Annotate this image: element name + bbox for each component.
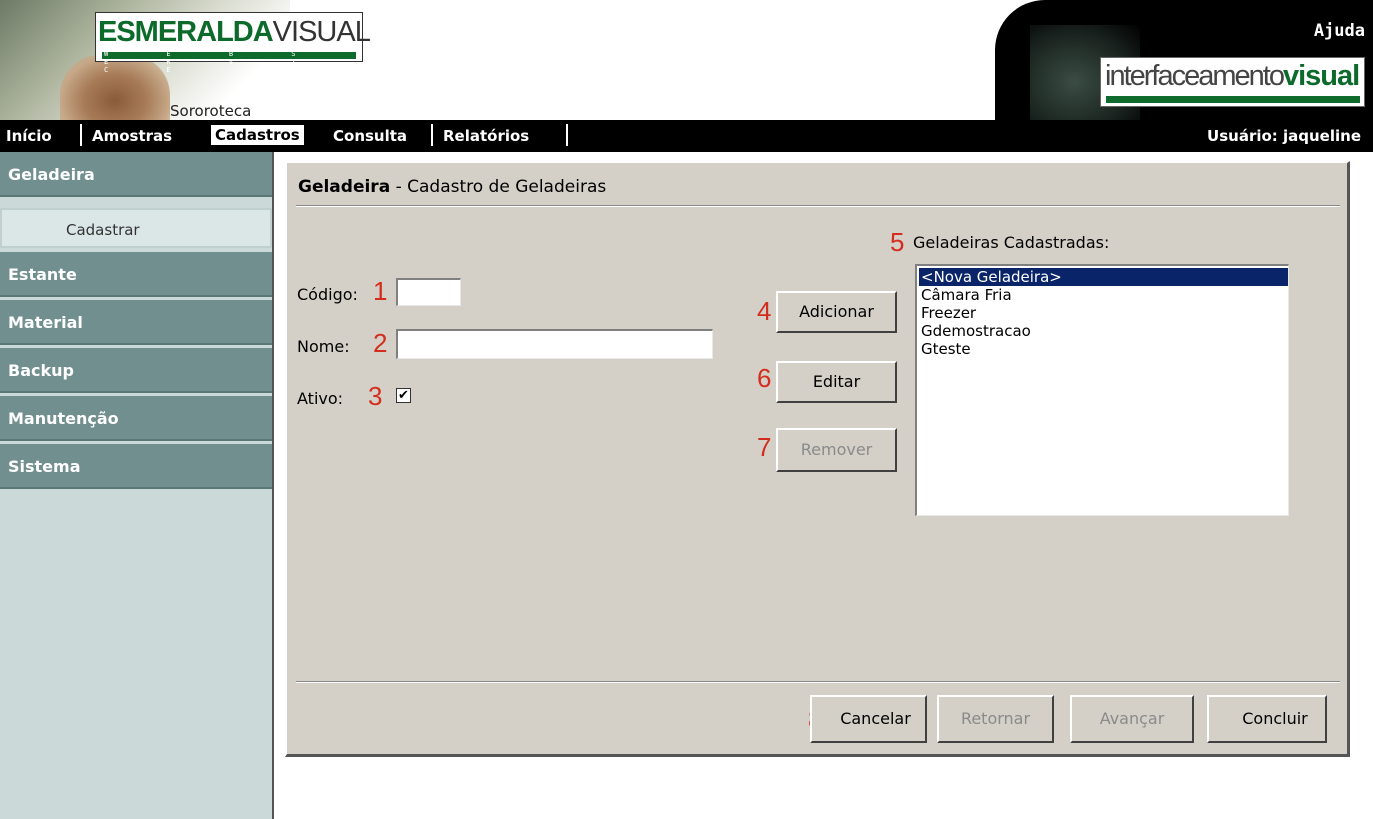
sidebar-item-geladeira[interactable]: Geladeira (0, 152, 272, 197)
esmeralda-logo: ESMERALDAVISUAL W E B S E R V I C E (95, 12, 371, 74)
list-item[interactable]: Gteste (919, 340, 1288, 358)
menu-consulta[interactable]: Consulta (333, 127, 407, 145)
menu-relatorios[interactable]: Relatórios (443, 127, 529, 145)
sidebar-item-estante[interactable]: Estante (0, 252, 272, 297)
footer-divider (296, 681, 1340, 683)
help-link[interactable]: Ajuda (1314, 21, 1365, 41)
list-item[interactable]: <Nova Geladeira> (919, 268, 1288, 286)
menu-bar: Início Amostras Cadastros Consulta Relat… (0, 120, 1373, 152)
user-label: Usuário: jaqueline (1207, 127, 1361, 145)
nome-label: Nome: (297, 337, 350, 356)
sidebar: Geladeira Cadastrar Estante Material Bac… (0, 152, 274, 819)
interfaceamento-logo: interfaceamentovisual (1100, 57, 1365, 107)
conclude-button[interactable]: Concluir (1207, 695, 1327, 743)
sidebar-item-manutencao[interactable]: Manutenção (0, 396, 272, 441)
annotation-4: 4 (757, 296, 772, 326)
edit-button[interactable]: Editar (776, 361, 897, 403)
header: ESMERALDAVISUAL W E B S E R V I C E Soro… (0, 0, 1373, 120)
codigo-label: Código: (297, 285, 358, 304)
sidebar-item-backup[interactable]: Backup (0, 348, 272, 393)
site-name: Sororoteca (170, 102, 252, 120)
sidebar-item-sistema[interactable]: Sistema (0, 444, 272, 489)
geladeiras-listbox[interactable]: <Nova Geladeira> Câmara Fria Freezer Gde… (915, 264, 1289, 516)
back-button[interactable]: Retornar (937, 695, 1054, 743)
menu-cadastros[interactable]: Cadastros (211, 125, 304, 145)
annotation-7: 7 (757, 432, 772, 462)
list-label: Geladeiras Cadastradas: (913, 233, 1110, 252)
add-button[interactable]: Adicionar (776, 291, 897, 333)
next-button[interactable]: Avançar (1070, 695, 1194, 743)
panel-title: Geladeira - Cadastro de Geladeiras (298, 177, 607, 197)
remove-button[interactable]: Remover (776, 428, 897, 472)
annotation-3: 3 (368, 381, 383, 411)
ativo-label: Ativo: (297, 389, 344, 408)
menu-inicio[interactable]: Início (6, 127, 52, 145)
sidebar-subitem-cadastrar[interactable]: Cadastrar (0, 208, 272, 248)
list-item[interactable]: Freezer (919, 304, 1288, 322)
list-item[interactable]: Câmara Fria (919, 286, 1288, 304)
sidebar-item-material[interactable]: Material (0, 300, 272, 345)
menu-amostras[interactable]: Amostras (92, 127, 172, 145)
annotation-5: 5 (890, 227, 905, 257)
codigo-input[interactable] (396, 278, 461, 306)
ativo-checkbox[interactable]: ✔ (396, 388, 411, 403)
title-divider (296, 205, 1340, 207)
list-item[interactable]: Gdemostracao (919, 322, 1288, 340)
annotation-1: 1 (373, 276, 388, 306)
annotation-6: 6 (757, 363, 772, 393)
cancel-button[interactable]: Cancelar (810, 695, 927, 743)
annotation-2: 2 (373, 328, 388, 358)
nome-input[interactable] (396, 329, 713, 359)
